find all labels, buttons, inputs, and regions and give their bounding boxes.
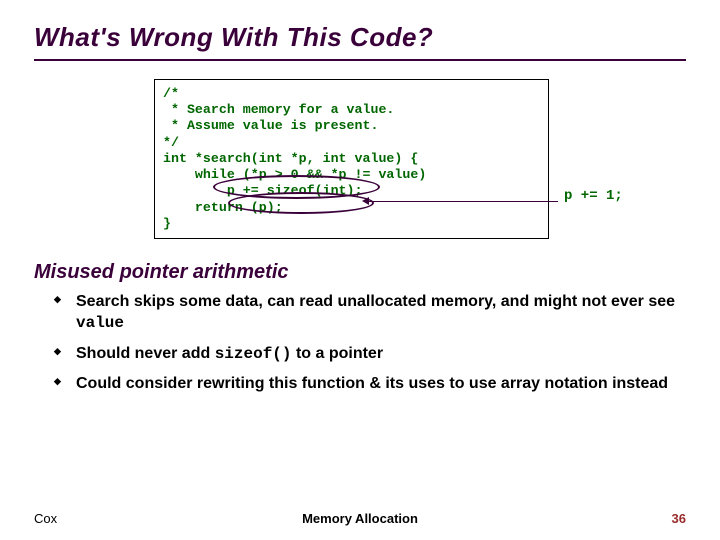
code-line: /* (163, 86, 179, 101)
bullet-text: Should never add (76, 345, 215, 362)
code-area: /* * Search memory for a value. * Assume… (154, 79, 654, 239)
list-item: Should never add sizeof() to a pointer (54, 344, 686, 365)
highlight-oval (228, 192, 374, 214)
code-box: /* * Search memory for a value. * Assume… (154, 79, 549, 239)
bullet-code: value (76, 314, 124, 332)
list-item: Could consider rewriting this function &… (54, 374, 686, 395)
slide-title: What's Wrong With This Code? (34, 22, 686, 53)
footer: Cox Memory Allocation 36 (0, 511, 720, 526)
code-line: * Search memory for a value. (163, 102, 394, 117)
bullet-text: Search skips some data, can read unalloc… (76, 293, 675, 310)
footer-title: Memory Allocation (0, 511, 720, 526)
bullet-code: sizeof() (215, 345, 292, 363)
title-divider (34, 59, 686, 61)
code-line: * Assume value is present. (163, 118, 378, 133)
code-line: */ (163, 135, 179, 150)
annotation-text: p += 1; (564, 188, 623, 204)
section-heading: Misused pointer arithmetic (34, 261, 686, 284)
code-line: } (163, 216, 171, 231)
list-item: Search skips some data, can read unalloc… (54, 292, 686, 334)
bullet-text: Could consider rewriting this function &… (76, 375, 668, 392)
bullet-list: Search skips some data, can read unalloc… (54, 292, 686, 395)
annotation-arrow (368, 201, 558, 203)
bullet-text: to a pointer (292, 345, 384, 362)
code-line: int *search(int *p, int value) { (163, 151, 418, 166)
